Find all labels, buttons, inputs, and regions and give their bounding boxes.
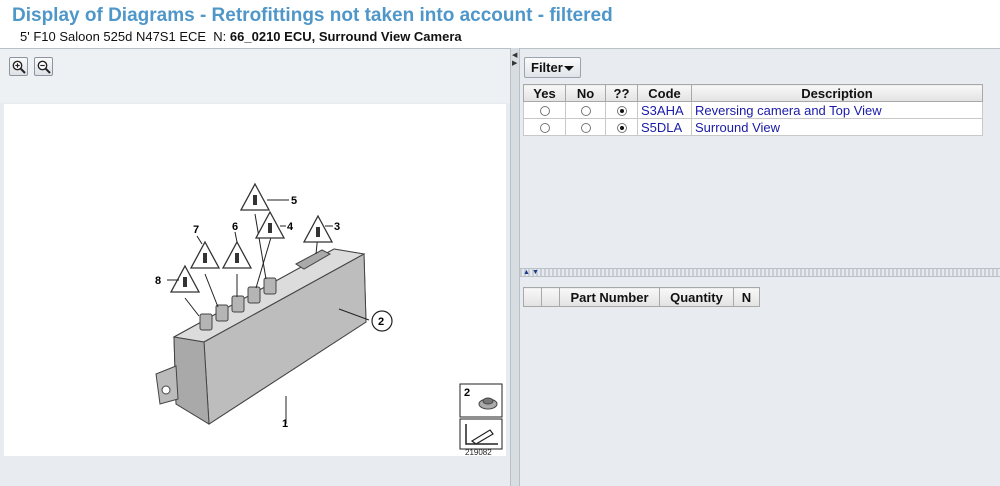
col-description[interactable]: Description bbox=[691, 84, 983, 102]
zoom-out-button[interactable] bbox=[34, 57, 53, 76]
description-cell[interactable]: Reversing camera and Top View bbox=[691, 101, 983, 119]
filter-panel: Filter Yes No ?? Code Description S3AHA … bbox=[520, 48, 1000, 486]
filter-button-label: Filter bbox=[531, 60, 563, 75]
yes-radio[interactable] bbox=[539, 123, 550, 134]
page-title: Display of Diagrams - Retrofittings not … bbox=[12, 5, 613, 26]
zoom-in-button[interactable] bbox=[9, 57, 28, 76]
vehicle-subtitle: 5' F10 Saloon 525d N47S1 ECE N: 66_0210 … bbox=[20, 29, 462, 44]
splitter-up-arrow-icon[interactable]: ▲ bbox=[523, 269, 530, 277]
code-cell[interactable]: S5DLA bbox=[637, 118, 692, 136]
col-quantity[interactable]: Quantity bbox=[659, 287, 734, 307]
no-radio[interactable] bbox=[580, 123, 591, 134]
zoom-toolbar bbox=[0, 49, 510, 103]
splitter-right-arrow-icon[interactable]: ▶ bbox=[512, 60, 517, 67]
filter-button[interactable]: Filter bbox=[524, 57, 581, 78]
horizontal-splitter[interactable]: ▲ ▼ bbox=[520, 268, 1000, 277]
callout-4[interactable]: 4 bbox=[287, 221, 294, 233]
callout-2[interactable]: 2 bbox=[378, 316, 384, 328]
callout-6[interactable]: 6 bbox=[232, 221, 238, 233]
ecu-diagram-illustration: 1 2 3 4 5 6 7 8 2 219082 bbox=[155, 182, 503, 457]
ecu-body bbox=[155, 213, 370, 425]
vehicle-label: 5' F10 Saloon 525d N47S1 ECE bbox=[20, 29, 207, 44]
yes-radio[interactable] bbox=[539, 106, 550, 117]
diagram-panel: 1 2 3 4 5 6 7 8 2 219082 bbox=[0, 48, 510, 486]
n-label: N: bbox=[213, 29, 227, 44]
col-no[interactable]: No bbox=[565, 84, 606, 102]
col-blank-2[interactable] bbox=[541, 287, 560, 307]
vertical-splitter[interactable]: ◀ ▶ bbox=[510, 48, 520, 486]
reference-arrow-icon[interactable] bbox=[459, 418, 503, 450]
chevron-down-icon bbox=[564, 66, 574, 71]
callout-7[interactable]: 7 bbox=[193, 224, 199, 236]
callout-3[interactable]: 3 bbox=[334, 221, 340, 233]
col-blank-1[interactable] bbox=[523, 287, 542, 307]
splitter-left-arrow-icon[interactable]: ◀ bbox=[512, 52, 517, 59]
table-row: S5DLA Surround View bbox=[523, 118, 983, 136]
diagram-status-strip bbox=[0, 457, 510, 486]
no-radio[interactable] bbox=[580, 106, 591, 117]
parts-diagram[interactable]: 1 2 3 4 5 6 7 8 2 219082 bbox=[4, 104, 506, 457]
thumbnail-callout-2: 2 bbox=[464, 387, 470, 399]
col-part-number[interactable]: Part Number bbox=[559, 287, 660, 307]
diagram-group: 66_0210 ECU, Surround View Camera bbox=[229, 29, 462, 44]
splitter-down-arrow-icon[interactable]: ▼ bbox=[532, 269, 539, 277]
filter-table: Yes No ?? Code Description S3AHA Reversi… bbox=[523, 84, 983, 136]
parts-table: Part Number Quantity N bbox=[523, 287, 760, 307]
callout-8[interactable]: 8 bbox=[155, 275, 161, 287]
col-unknown[interactable]: ?? bbox=[605, 84, 638, 102]
zoom-out-icon bbox=[37, 60, 51, 74]
callout-5[interactable]: 5 bbox=[291, 195, 297, 207]
code-cell[interactable]: S3AHA bbox=[637, 101, 692, 119]
unknown-radio[interactable] bbox=[616, 106, 627, 117]
col-code[interactable]: Code bbox=[637, 84, 692, 102]
col-n[interactable]: N bbox=[733, 287, 760, 307]
unknown-radio[interactable] bbox=[616, 123, 627, 134]
description-cell[interactable]: Surround View bbox=[691, 118, 983, 136]
col-yes[interactable]: Yes bbox=[523, 84, 566, 102]
table-row: S3AHA Reversing camera and Top View bbox=[523, 101, 983, 119]
zoom-in-icon bbox=[12, 60, 26, 74]
callout-1[interactable]: 1 bbox=[282, 418, 288, 430]
image-number: 219082 bbox=[465, 448, 492, 456]
